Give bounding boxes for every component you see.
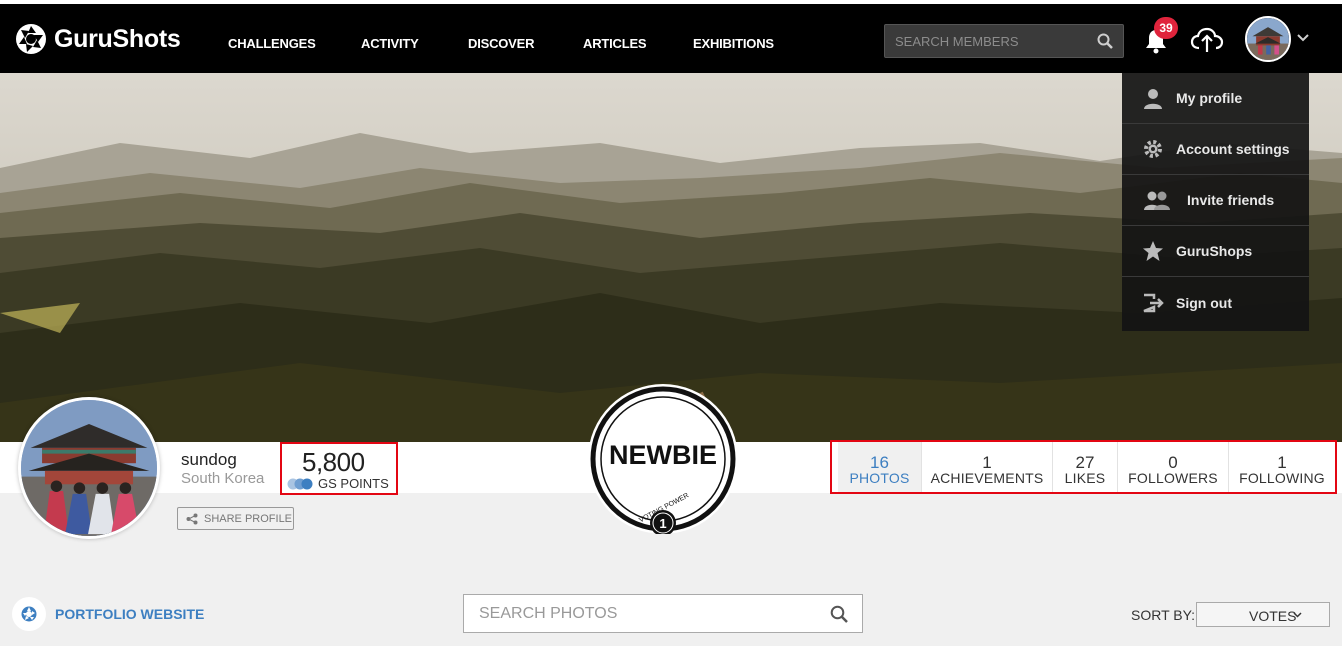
menu-item-account-settings[interactable]: Account settings xyxy=(1122,124,1309,175)
users-icon xyxy=(1144,191,1170,210)
menu-item-sign-out[interactable]: Sign out xyxy=(1122,277,1309,328)
profile-avatar-image xyxy=(21,400,157,536)
gs-points-label: GS POINTS xyxy=(318,476,389,491)
stat-followers[interactable]: 0 FOLLOWERS xyxy=(1118,442,1228,492)
sign-out-icon xyxy=(1143,293,1164,312)
menu-item-label: Sign out xyxy=(1176,294,1232,311)
menu-item-invite-friends[interactable]: Invite friends xyxy=(1122,175,1309,226)
voting-power-value: 1 xyxy=(659,516,666,531)
search-members-input[interactable] xyxy=(885,25,1090,57)
aperture-icon xyxy=(21,606,37,622)
account-dropdown-menu: My profile Account settings Invite frien… xyxy=(1122,73,1309,331)
stat-label: LIKES xyxy=(1064,470,1106,486)
gear-icon xyxy=(1144,140,1162,158)
upload-cloud-icon[interactable] xyxy=(1190,26,1224,54)
portfolio-icon-circle[interactable] xyxy=(12,597,46,631)
stat-label: ACHIEVEMENTS xyxy=(930,470,1044,486)
search-photos xyxy=(463,594,863,633)
app-name: GuruShots xyxy=(54,24,181,53)
stat-label: PHOTOS xyxy=(849,470,910,486)
stat-label: FOLLOWERS xyxy=(1128,470,1218,486)
nav-exhibitions[interactable]: EXHIBITIONS xyxy=(693,36,774,51)
search-icon[interactable] xyxy=(1097,33,1113,49)
search-photos-input[interactable] xyxy=(464,595,814,632)
menu-item-label: My profile xyxy=(1176,90,1243,106)
portfolio-website-link[interactable]: PORTFOLIO WEBSITE xyxy=(55,606,204,622)
level-badge[interactable]: NEWBIE VOTING POWER 1 xyxy=(588,384,738,536)
aperture-logo-icon xyxy=(16,24,46,54)
chevron-down-icon[interactable] xyxy=(1297,33,1309,43)
menu-item-gurushops[interactable]: GuruShops xyxy=(1122,226,1309,277)
stat-achievements[interactable]: 1 ACHIEVEMENTS xyxy=(922,442,1052,492)
menu-item-label: Account settings xyxy=(1176,141,1290,157)
points-coins-icon xyxy=(287,478,313,490)
avatar-image xyxy=(1247,18,1289,60)
nav-articles[interactable]: ARTICLES xyxy=(583,36,647,51)
nav-activity[interactable]: ACTIVITY xyxy=(361,36,419,51)
profile-stats: 16 PHOTOS 1 ACHIEVEMENTS 27 LIKES 0 FOLL… xyxy=(830,440,1337,494)
user-icon xyxy=(1144,89,1162,109)
level-name: NEWBIE xyxy=(609,440,717,470)
level-badge-graphic: NEWBIE VOTING POWER 1 xyxy=(590,386,736,536)
user-avatar-small[interactable] xyxy=(1245,16,1291,62)
stat-likes[interactable]: 27 LIKES xyxy=(1053,442,1117,492)
stat-label: FOLLOWING xyxy=(1239,470,1325,486)
chevron-down-icon xyxy=(1293,612,1302,618)
profile-avatar[interactable] xyxy=(18,397,160,539)
notification-count-badge[interactable]: 39 xyxy=(1154,17,1178,39)
stat-following[interactable]: 1 FOLLOWING xyxy=(1229,442,1335,492)
sort-by-label: SORT BY: xyxy=(1131,607,1196,623)
sort-by-select[interactable]: VOTES xyxy=(1196,602,1330,627)
gurushots-logo[interactable]: GuruShots xyxy=(15,23,181,55)
stat-photos[interactable]: 16 PHOTOS xyxy=(838,442,921,492)
star-icon xyxy=(1143,241,1163,261)
nav-discover[interactable]: DISCOVER xyxy=(468,36,535,51)
profile-country: South Korea xyxy=(181,470,265,487)
nav-challenges[interactable]: CHALLENGES xyxy=(228,36,316,51)
sort-by-value: VOTES xyxy=(1249,608,1297,624)
search-icon[interactable] xyxy=(830,605,848,623)
gs-points-value: 5,800 xyxy=(302,447,365,477)
share-profile-button[interactable]: SHARE PROFILE xyxy=(177,507,294,530)
gs-points-box: 5,800 GS POINTS xyxy=(280,442,398,495)
menu-item-my-profile[interactable]: My profile xyxy=(1122,73,1309,124)
search-members xyxy=(884,24,1124,58)
menu-item-label: GuruShops xyxy=(1176,243,1253,259)
profile-username: sundog xyxy=(181,450,237,469)
top-nav-bar: GuruShots CHALLENGES ACTIVITY DISCOVER A… xyxy=(0,0,1342,73)
menu-item-label: Invite friends xyxy=(1187,192,1275,208)
share-icon xyxy=(186,513,198,524)
share-profile-label: SHARE PROFILE xyxy=(204,512,293,525)
